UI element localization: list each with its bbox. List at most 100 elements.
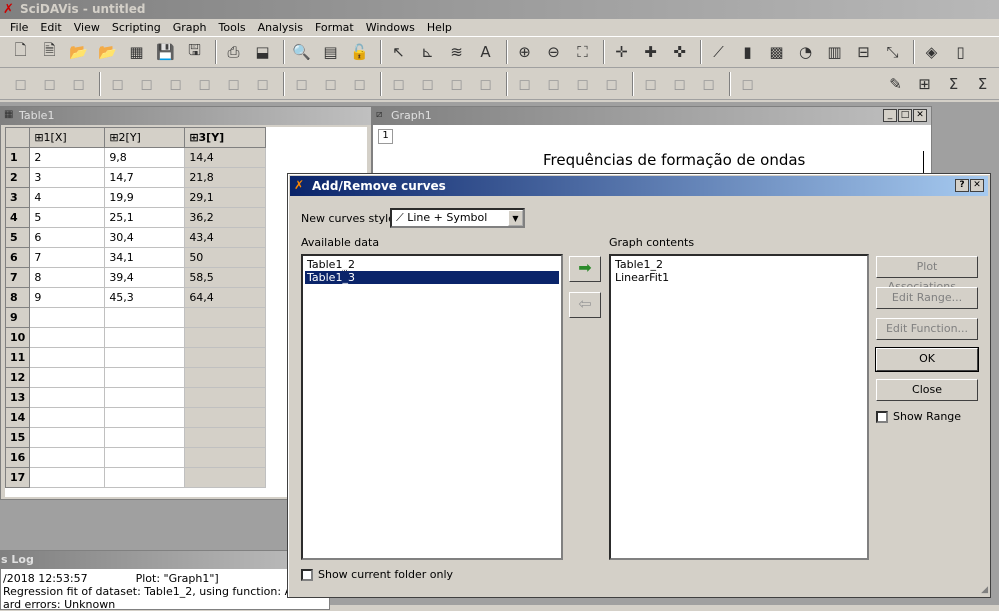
- menu-format[interactable]: Format: [309, 19, 360, 36]
- table-cell[interactable]: [184, 347, 267, 368]
- table-cell[interactable]: 3: [29, 167, 106, 188]
- sum-icon[interactable]: Σ: [941, 72, 966, 97]
- open-template-icon[interactable]: 📂: [95, 40, 120, 65]
- open-icon[interactable]: 📂: [66, 40, 91, 65]
- column-header[interactable]: ⊞1[X]: [29, 127, 106, 148]
- row-header[interactable]: 8: [5, 287, 31, 308]
- table-cell[interactable]: [29, 427, 106, 448]
- text-icon[interactable]: A: [473, 40, 498, 65]
- row-header[interactable]: 13: [5, 387, 31, 408]
- row-header[interactable]: 7: [5, 267, 31, 288]
- pie-plot-icon[interactable]: ◔: [793, 40, 818, 65]
- table-cell[interactable]: [29, 347, 106, 368]
- new-project-icon[interactable]: 🗋: [8, 40, 33, 65]
- 3d-plot-icon[interactable]: ◈: [919, 40, 944, 65]
- 3d-frame-icon[interactable]: ◻: [37, 72, 62, 97]
- table-cell[interactable]: 5: [29, 207, 106, 228]
- menu-help[interactable]: Help: [421, 19, 458, 36]
- edit-function-icon[interactable]: ✎: [883, 72, 908, 97]
- box-plot-icon[interactable]: ⊟: [851, 40, 876, 65]
- new-table-icon[interactable]: 🗎: [37, 40, 62, 65]
- zoom-out-icon[interactable]: ⊖: [541, 40, 566, 65]
- table-cell[interactable]: [104, 367, 186, 388]
- axes-icon[interactable]: ⊾: [415, 40, 440, 65]
- table-cell[interactable]: [29, 447, 106, 468]
- 3d-box-icon[interactable]: ◻: [66, 72, 91, 97]
- help-button[interactable]: ?: [955, 179, 969, 192]
- 3d-perspective-icon[interactable]: ◻: [289, 72, 314, 97]
- 3d-bars-style-icon[interactable]: ◻: [386, 72, 411, 97]
- bar-plot-icon[interactable]: ▮: [735, 40, 760, 65]
- list-item[interactable]: Table1_2: [613, 258, 865, 271]
- row-header[interactable]: 17: [5, 467, 31, 488]
- table-cell[interactable]: 64,4: [184, 287, 267, 308]
- table-cell[interactable]: [104, 467, 186, 488]
- table-cell[interactable]: [29, 387, 106, 408]
- data-table[interactable]: ⊞1[X] ⊞2[Y] ⊞3[Y] 1 2 9,8 14,4 2 3 14,7 21,8 3 4 1…: [5, 127, 267, 488]
- 3d-floor-iso-icon[interactable]: ◻: [667, 72, 692, 97]
- table-cell[interactable]: 4: [29, 187, 106, 208]
- table-cell[interactable]: 50: [184, 247, 267, 268]
- 3d-grid-floor-icon[interactable]: ◻: [250, 72, 275, 97]
- table-cell[interactable]: 25,1: [104, 207, 186, 228]
- menu-file[interactable]: File: [4, 19, 34, 36]
- ok-button[interactable]: OK: [875, 347, 979, 372]
- import-ascii-icon[interactable]: ▦: [124, 40, 149, 65]
- explorer-icon[interactable]: 🔍: [289, 40, 314, 65]
- zoom-in-icon[interactable]: ⊕: [512, 40, 537, 65]
- 3d-grid-left-icon[interactable]: ◻: [163, 72, 188, 97]
- save-as-icon[interactable]: 🖫: [182, 40, 207, 65]
- histogram-icon[interactable]: ▥: [822, 40, 847, 65]
- 3d-points-icon[interactable]: ◻: [415, 72, 440, 97]
- 3d-axes-none-icon[interactable]: ◻: [8, 72, 33, 97]
- list-item[interactable]: LinearFit1: [613, 271, 865, 284]
- edit-range-button[interactable]: Edit Range...: [876, 287, 978, 309]
- menu-tools[interactable]: Tools: [213, 19, 252, 36]
- 3d-polygon-icon[interactable]: ◻: [570, 72, 595, 97]
- close-button[interactable]: ✕: [913, 109, 927, 122]
- row-header[interactable]: 16: [5, 447, 31, 468]
- table-cell[interactable]: 34,1: [104, 247, 186, 268]
- table-cell[interactable]: [184, 327, 267, 348]
- 3d-fit-frame-icon[interactable]: ◻: [347, 72, 372, 97]
- column-header-selected[interactable]: ⊞3[Y]: [184, 127, 267, 148]
- row-header[interactable]: 5: [5, 227, 31, 248]
- 3d-crosses-icon[interactable]: ◻: [473, 72, 498, 97]
- 3d-floor-none-icon[interactable]: ◻: [696, 72, 721, 97]
- table-cell[interactable]: 43,4: [184, 227, 267, 248]
- table-cell[interactable]: 8: [29, 267, 106, 288]
- table-cell[interactable]: 39,4: [104, 267, 186, 288]
- statistics-icon[interactable]: Σ: [970, 72, 995, 97]
- table-cell[interactable]: 7: [29, 247, 106, 268]
- 3d-cones-icon[interactable]: ◻: [444, 72, 469, 97]
- row-header[interactable]: 1: [5, 147, 31, 168]
- table-cell[interactable]: [29, 327, 106, 348]
- table-cell[interactable]: [104, 387, 186, 408]
- 3d-filled-mesh-icon[interactable]: ◻: [599, 72, 624, 97]
- chevron-down-icon[interactable]: ▼: [508, 210, 523, 226]
- table-cell[interactable]: [184, 307, 267, 328]
- show-current-folder-checkbox[interactable]: Show current folder only: [301, 568, 453, 581]
- 3d-floor-data-icon[interactable]: ◻: [638, 72, 663, 97]
- menu-scripting[interactable]: Scripting: [106, 19, 167, 36]
- table-cell[interactable]: [104, 407, 186, 428]
- table-cell[interactable]: 58,5: [184, 267, 267, 288]
- table-cell[interactable]: 9: [29, 287, 106, 308]
- table-cell[interactable]: 9,8: [104, 147, 186, 168]
- menu-windows[interactable]: Windows: [360, 19, 421, 36]
- row-header[interactable]: 9: [5, 307, 31, 328]
- table-cell[interactable]: 14,4: [184, 147, 267, 168]
- table-cell[interactable]: [29, 367, 106, 388]
- save-icon[interactable]: 💾: [153, 40, 178, 65]
- layer-button[interactable]: 1: [378, 129, 393, 144]
- menu-graph[interactable]: Graph: [167, 19, 213, 36]
- table-cell[interactable]: [184, 467, 267, 488]
- list-item[interactable]: Table1_2: [305, 258, 559, 271]
- table-cell[interactable]: 21,8: [184, 167, 267, 188]
- row-header[interactable]: 15: [5, 427, 31, 448]
- export-pdf-icon[interactable]: ⬓: [250, 40, 275, 65]
- 3d-grid-right-icon[interactable]: ◻: [192, 72, 217, 97]
- row-header[interactable]: 14: [5, 407, 31, 428]
- list-item[interactable]: Table1_3: [304, 270, 560, 285]
- table-cell[interactable]: [104, 327, 186, 348]
